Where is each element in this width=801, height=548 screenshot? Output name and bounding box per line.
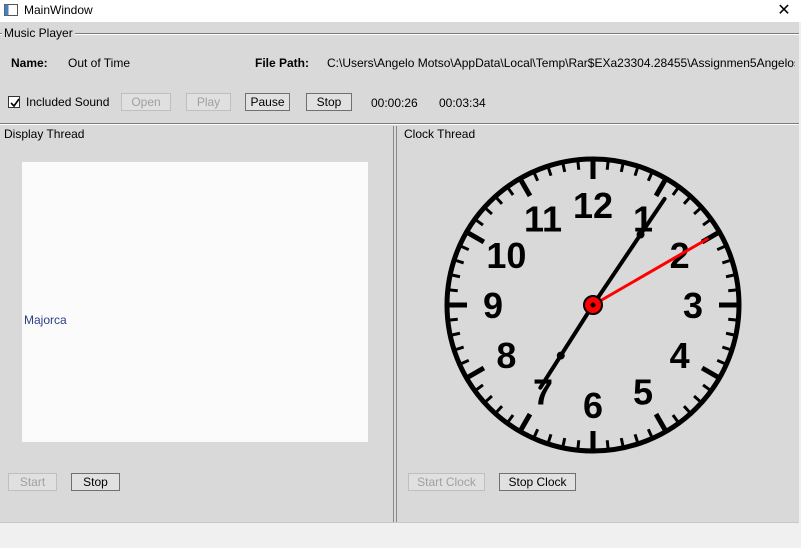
minute-tick	[576, 440, 581, 451]
hour-hand-knob	[556, 351, 565, 360]
minute-tick	[532, 428, 540, 439]
window-title: MainWindow	[24, 3, 93, 17]
minute-tick	[474, 383, 484, 393]
display-area: Majorca	[22, 162, 368, 442]
display-text: Majorca	[24, 313, 67, 327]
minute-tick	[619, 161, 625, 173]
minute-tick	[532, 171, 540, 182]
clock-number: 7	[533, 372, 553, 413]
thread-divider-shadow	[396, 126, 397, 522]
clock-thread-label: Clock Thread	[402, 127, 478, 141]
window-content: Music Player Name: Out of Time File Path…	[0, 22, 801, 548]
start-clock-button[interactable]: Start Clock	[408, 473, 485, 491]
open-button[interactable]: Open	[121, 93, 171, 111]
minute-tick	[728, 288, 739, 293]
clock-center-dot	[590, 302, 596, 308]
minute-tick	[449, 273, 461, 279]
analog-clock: 121234567891011	[444, 156, 742, 454]
minute-tick	[561, 437, 567, 449]
minute-tick	[702, 383, 712, 393]
minute-tick	[605, 440, 610, 451]
minute-tick	[716, 244, 727, 252]
minute-tick	[505, 414, 515, 424]
minute-tick	[725, 331, 737, 337]
title-bar: MainWindow ✕	[0, 0, 801, 22]
included-sound-checkbox[interactable]	[8, 96, 20, 108]
display-thread-label: Display Thread	[2, 127, 87, 141]
checkmark-icon	[10, 98, 20, 108]
file-path-value: C:\Users\Angelo Motso\AppData\Local\Temp…	[327, 56, 795, 70]
pause-button[interactable]: Pause	[245, 93, 290, 111]
hour-tick	[653, 412, 669, 433]
minute-tick	[494, 195, 504, 205]
song-name-value: Out of Time	[68, 56, 131, 70]
clock-number: 5	[633, 372, 653, 413]
minute-tick	[725, 273, 737, 279]
hour-tick	[653, 177, 669, 198]
clock-number: 4	[670, 335, 690, 376]
minute-tick	[716, 358, 727, 366]
minute-tick	[576, 159, 581, 170]
minute-tick	[728, 317, 739, 322]
clock-number: 6	[583, 385, 603, 426]
hour-hand	[538, 303, 595, 390]
included-sound-label[interactable]: Included Sound	[26, 95, 109, 109]
minute-tick	[605, 159, 610, 170]
minute-tick	[646, 428, 654, 439]
minute-tick	[619, 437, 625, 449]
minute-tick	[682, 405, 692, 415]
minute-tick	[682, 195, 692, 205]
minute-tick	[447, 317, 458, 322]
name-label: Name:	[11, 56, 48, 70]
hour-tick	[517, 177, 533, 198]
clock-number: 8	[496, 335, 516, 376]
minute-tick	[702, 217, 712, 227]
hour-tick	[700, 365, 721, 381]
minute-tick	[483, 206, 493, 216]
clock-number: 11	[524, 198, 562, 239]
minute-tick	[449, 331, 461, 337]
stop-clock-button[interactable]: Stop Clock	[499, 473, 576, 491]
minute-tick	[693, 206, 703, 216]
clock-number: 12	[573, 185, 613, 226]
hour-tick	[465, 229, 486, 245]
minute-tick	[671, 186, 681, 196]
minute-tick	[646, 171, 654, 182]
minute-hand-knob	[636, 230, 645, 239]
hour-tick	[517, 412, 533, 433]
minute-tick	[483, 394, 493, 404]
minute-tick	[494, 405, 504, 415]
minute-tick	[459, 358, 470, 366]
minute-tick	[447, 288, 458, 293]
stop-button[interactable]: Stop	[306, 93, 352, 111]
status-bar	[0, 522, 801, 548]
minute-tick	[474, 217, 484, 227]
minute-tick	[693, 394, 703, 404]
thread-divider	[393, 126, 394, 522]
display-start-button[interactable]: Start	[8, 473, 57, 491]
minute-tick	[459, 244, 470, 252]
minute-tick	[561, 161, 567, 173]
elapsed-time: 00:00:26	[371, 96, 418, 110]
display-stop-button[interactable]: Stop	[71, 473, 120, 491]
close-icon[interactable]: ✕	[767, 0, 801, 22]
total-duration: 00:03:34	[439, 96, 486, 110]
minute-tick	[671, 414, 681, 424]
play-button[interactable]: Play	[186, 93, 231, 111]
clock-number: 9	[483, 285, 503, 326]
app-window-icon	[4, 4, 18, 16]
minute-tick	[505, 186, 515, 196]
clock-number: 3	[683, 285, 703, 326]
hour-tick	[465, 365, 486, 381]
music-player-label: Music Player	[2, 26, 75, 40]
clock-number: 10	[486, 235, 526, 276]
file-path-label: File Path:	[255, 56, 310, 70]
